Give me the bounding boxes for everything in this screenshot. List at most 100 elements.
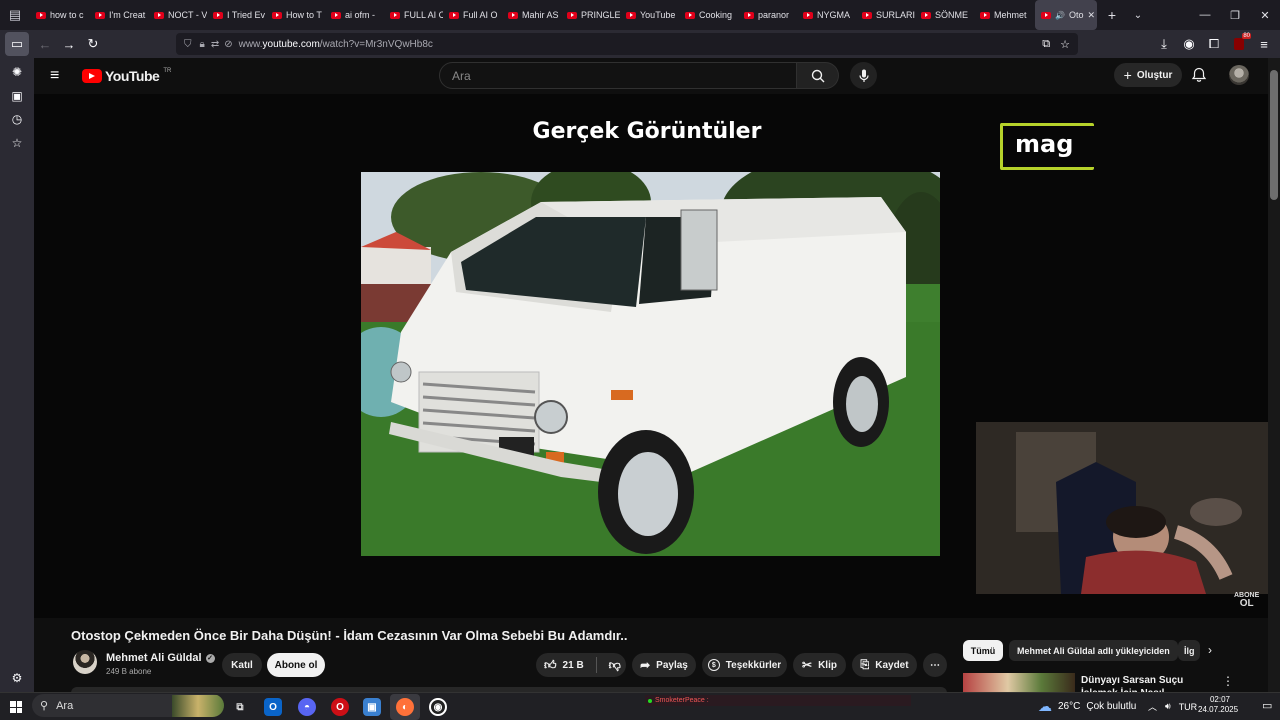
bookmarks-icon[interactable]: ☆ bbox=[9, 135, 25, 151]
recommendation-title[interactable]: Dünyayı Sarsan Suçu İşlemek İçin Nasıl K… bbox=[1081, 674, 1221, 692]
create-button[interactable]: + Oluştur bbox=[1114, 63, 1182, 87]
guide-menu-icon[interactable]: ≡ bbox=[50, 67, 59, 85]
discord-icon[interactable]: ◓ bbox=[298, 698, 316, 716]
search-input[interactable]: Ara bbox=[439, 62, 797, 89]
ublock-extension-icon[interactable]: 80 bbox=[1227, 32, 1251, 56]
minimize-button[interactable]: — bbox=[1190, 0, 1220, 30]
like-divider bbox=[595, 657, 597, 673]
browser-tab[interactable]: How to T bbox=[266, 0, 325, 30]
browser-tab[interactable]: I'm Creat bbox=[89, 0, 148, 30]
taskbar-search-input[interactable]: ⚲ Ara bbox=[32, 694, 224, 717]
thanks-button[interactable]: $ Teşekkürler bbox=[702, 653, 787, 677]
chip-all[interactable]: Tümü bbox=[963, 640, 1003, 661]
clip-button[interactable]: ✂ Klip bbox=[793, 653, 846, 677]
downloads-icon[interactable]: ⤓ bbox=[1152, 32, 1176, 56]
browser-tab[interactable]: Mehmet bbox=[974, 0, 1033, 30]
voice-search-button[interactable] bbox=[850, 62, 877, 89]
synced-tabs-icon[interactable]: ▣ bbox=[9, 88, 25, 104]
like-button[interactable]: 👍︎ 21 B bbox=[544, 658, 584, 673]
sidebar-toggle-icon[interactable]: ▭ bbox=[5, 32, 29, 56]
youtube-favicon-icon bbox=[1041, 11, 1051, 19]
notifications-icon[interactable]: ▭ bbox=[1262, 699, 1272, 712]
back-button[interactable]: ← bbox=[33, 32, 57, 56]
lock-icon[interactable]: 🔒︎ bbox=[200, 39, 205, 50]
taskbar-clock[interactable]: 02:07 24.07.2025 bbox=[1198, 695, 1239, 715]
subscribe-button[interactable]: Abone ol bbox=[267, 653, 325, 677]
clock-date: 24.07.2025 bbox=[1198, 705, 1239, 714]
weather-widget[interactable]: ☁ 26°C Çok bulutlu bbox=[1038, 698, 1136, 715]
browser-tab[interactable]: Mahir AS bbox=[502, 0, 561, 30]
tab-list-icon[interactable]: ▤ bbox=[0, 0, 30, 30]
store-icon[interactable]: ▣ bbox=[363, 698, 381, 716]
youtube-favicon-icon bbox=[626, 11, 636, 19]
browser-tab[interactable]: Cooking bbox=[679, 0, 738, 30]
extensions-icon[interactable]: ⧠ bbox=[1202, 32, 1226, 56]
dislike-button[interactable]: 👎︎ bbox=[609, 658, 621, 673]
browser-tab[interactable]: SURLARI bbox=[856, 0, 915, 30]
windows-start-icon[interactable] bbox=[10, 701, 22, 713]
browser-tab[interactable]: NYGMA bbox=[797, 0, 856, 30]
autoplay-blocked-icon[interactable]: ⊘ bbox=[224, 39, 232, 50]
video-player[interactable]: Gerçek Görüntüler mag ABONE OL bbox=[34, 94, 1268, 618]
chips-next-chevron-icon[interactable]: › bbox=[1208, 643, 1212, 657]
youtube-favicon-icon bbox=[685, 11, 695, 19]
notifications-bell-icon[interactable] bbox=[1191, 67, 1207, 83]
system-tray: ︿ 🔊︎ TUR bbox=[1148, 700, 1197, 713]
restore-button[interactable]: ❐ bbox=[1220, 0, 1250, 30]
picture-in-picture-icon[interactable]: ⧉ bbox=[1042, 38, 1050, 51]
chip-related[interactable]: İlg bbox=[1178, 640, 1200, 661]
close-tab-icon[interactable]: ✕ bbox=[1087, 10, 1095, 21]
browser-tab[interactable]: paranor bbox=[738, 0, 797, 30]
forward-button[interactable]: → bbox=[57, 32, 81, 56]
youtube-header: ≡ YouTube TR Ara + Oluştur bbox=[34, 58, 1268, 94]
customize-sidebar-gear-icon[interactable]: ⚙ bbox=[9, 670, 25, 686]
task-view-icon[interactable]: ⧉ bbox=[231, 698, 249, 716]
input-language[interactable]: TUR bbox=[1179, 702, 1198, 712]
browser-tab[interactable]: PRINGLE bbox=[561, 0, 620, 30]
search-button[interactable] bbox=[797, 62, 839, 89]
browser-tab[interactable]: SÖNME bbox=[915, 0, 974, 30]
chip-from-uploader[interactable]: Mehmet Ali Güldal adlı yükleyiciden bbox=[1009, 640, 1178, 661]
channel-name[interactable]: Mehmet Ali Güldal ✓ bbox=[106, 652, 215, 664]
history-icon[interactable]: ◷ bbox=[9, 111, 25, 127]
tray-chevron-icon[interactable]: ︿ bbox=[1148, 700, 1157, 713]
permissions-icon[interactable]: ⇄ bbox=[211, 39, 219, 50]
recommendation-more-icon[interactable]: ⋮ bbox=[1222, 674, 1234, 688]
tracking-shield-icon[interactable]: ⛉ bbox=[184, 39, 192, 50]
channel-avatar[interactable] bbox=[73, 650, 97, 674]
user-avatar[interactable] bbox=[1229, 65, 1249, 85]
list-all-tabs-chevron-icon[interactable]: ⌄ bbox=[1125, 0, 1151, 30]
recommendation-thumbnail[interactable] bbox=[963, 673, 1075, 692]
share-button[interactable]: ➦ Paylaş bbox=[632, 653, 696, 677]
page-scrollbar-thumb[interactable] bbox=[1270, 70, 1278, 200]
bookmark-star-icon[interactable]: ☆ bbox=[1060, 38, 1070, 51]
browser-tab[interactable]: Full AI O bbox=[443, 0, 502, 30]
account-icon[interactable]: ◉ bbox=[1177, 32, 1201, 56]
more-actions-button[interactable]: ⋯ bbox=[923, 653, 947, 677]
browser-tab[interactable]: NOCT - V bbox=[148, 0, 207, 30]
outlook-icon[interactable]: O bbox=[264, 698, 282, 716]
firefox-icon[interactable]: ◐ bbox=[396, 698, 414, 716]
browser-tab[interactable]: I Tried Ev bbox=[207, 0, 266, 30]
ai-chatbot-icon[interactable]: ✺ bbox=[9, 64, 25, 80]
browser-tab[interactable]: how to c bbox=[30, 0, 89, 30]
save-button[interactable]: ⎘ Kaydet bbox=[852, 653, 917, 677]
obs-icon[interactable]: ◉ bbox=[429, 698, 447, 716]
new-tab-button[interactable]: + bbox=[1099, 0, 1125, 30]
menu-hamburger-icon[interactable]: ≡ bbox=[1252, 32, 1276, 56]
browser-tab[interactable]: ai ofm - bbox=[325, 0, 384, 30]
url-bar[interactable]: ⛉ 🔒︎ ⇄ ⊘ www.youtube.com/watch?v=Mr3nVQw… bbox=[176, 33, 1078, 55]
youtube-logo[interactable]: YouTube TR bbox=[82, 68, 171, 84]
opera-icon[interactable]: O bbox=[331, 698, 349, 716]
browser-tab[interactable]: FULL AI C bbox=[384, 0, 443, 30]
tab-active[interactable]: 🔊 Oto ✕ bbox=[1035, 0, 1097, 30]
join-button[interactable]: Katıl bbox=[222, 653, 262, 677]
audio-playing-icon[interactable]: 🔊 bbox=[1055, 11, 1065, 20]
youtube-favicon-icon bbox=[272, 11, 282, 19]
reload-button[interactable]: ↻ bbox=[81, 32, 105, 56]
live-dot-icon bbox=[648, 698, 652, 703]
close-window-button[interactable]: ✕ bbox=[1250, 0, 1280, 30]
browser-tab[interactable]: YouTube bbox=[620, 0, 679, 30]
volume-icon[interactable]: 🔊︎ bbox=[1165, 701, 1171, 712]
youtube-wordmark: YouTube bbox=[105, 68, 160, 84]
